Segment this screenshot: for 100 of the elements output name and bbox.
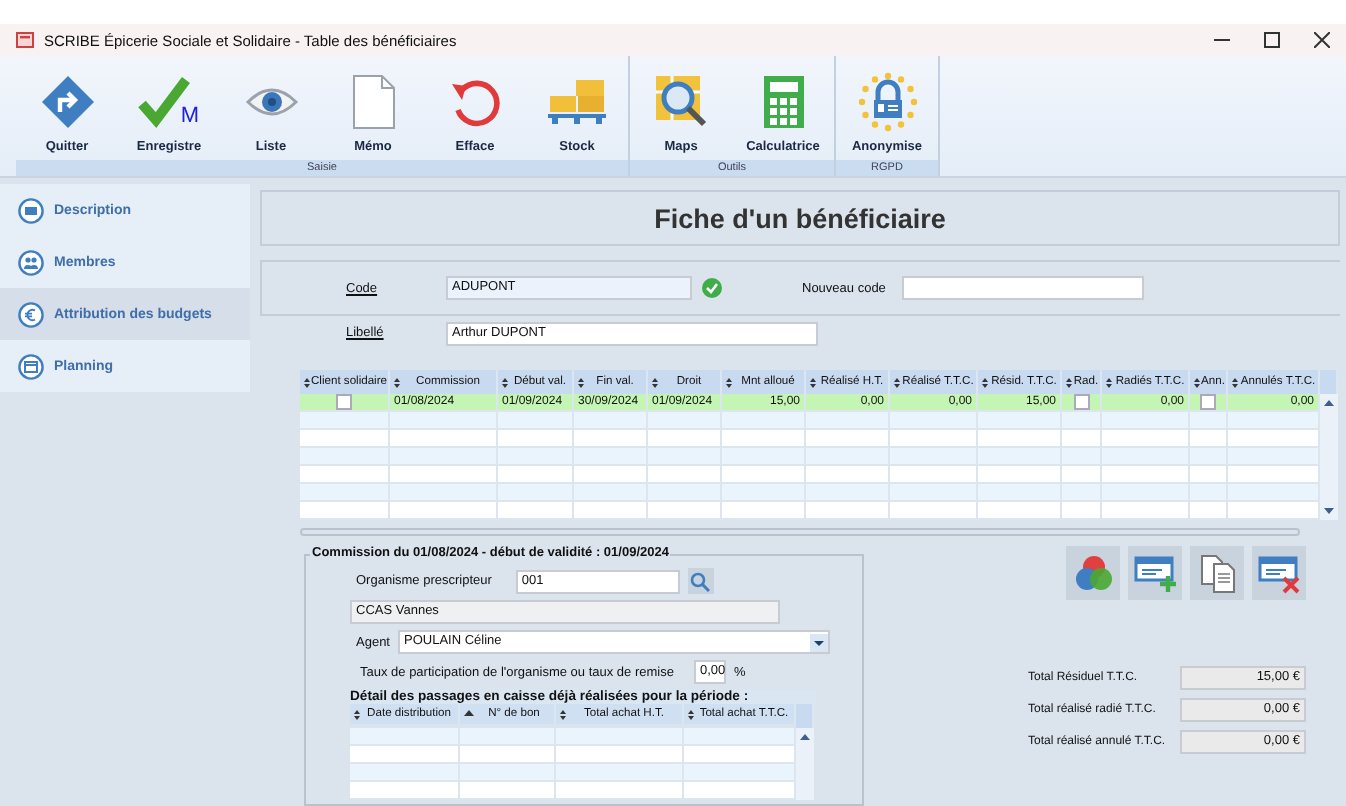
table-cell xyxy=(1102,466,1190,484)
sort-icon xyxy=(394,377,400,387)
table-cell xyxy=(498,466,574,484)
sort-icon xyxy=(354,709,360,719)
table-cell xyxy=(460,728,556,746)
table-cell xyxy=(1062,484,1102,502)
sort-icon xyxy=(502,377,508,387)
table-cell xyxy=(390,484,498,502)
eye-icon xyxy=(243,84,299,120)
table-cell xyxy=(806,466,890,484)
table-cell xyxy=(498,502,574,520)
table-cell xyxy=(1190,466,1228,484)
table-cell xyxy=(574,412,648,430)
copy-button[interactable] xyxy=(1190,546,1244,600)
colors-button[interactable] xyxy=(1066,546,1120,600)
table-cell xyxy=(890,502,978,520)
header-filler xyxy=(1320,370,1338,394)
scroll-down-icon[interactable] xyxy=(1324,508,1334,514)
app-icon xyxy=(16,32,34,48)
new-code-field[interactable] xyxy=(902,276,1144,300)
table-cell xyxy=(574,466,648,484)
table-cell xyxy=(890,466,978,484)
table-cell xyxy=(574,448,648,466)
table-cell xyxy=(890,412,978,430)
sort-icon xyxy=(1232,377,1238,387)
table-cell xyxy=(574,484,648,502)
table-cell xyxy=(350,746,460,764)
close-icon[interactable] xyxy=(1314,32,1330,48)
calculator-icon xyxy=(761,74,805,130)
document-icon xyxy=(351,74,395,130)
table-cell xyxy=(1228,448,1320,466)
sort-icon xyxy=(1066,377,1072,387)
table-cell xyxy=(460,782,556,800)
boxes-icon xyxy=(547,78,607,126)
table-cell xyxy=(1062,448,1102,466)
sort-icon xyxy=(982,377,988,387)
people-icon xyxy=(18,249,44,275)
table-cell xyxy=(460,764,556,782)
table-cell xyxy=(978,502,1062,520)
table-cell xyxy=(350,764,460,782)
checkbox[interactable] xyxy=(1073,394,1089,410)
sort-icon xyxy=(304,377,310,387)
table-cell xyxy=(300,466,390,484)
calendar-icon xyxy=(18,353,44,379)
table-cell xyxy=(806,430,890,448)
scrollbar[interactable] xyxy=(796,728,814,800)
table-cell xyxy=(1062,466,1102,484)
table-cell xyxy=(684,728,796,746)
scroll-up-icon[interactable] xyxy=(800,734,810,740)
table-cell xyxy=(350,782,460,800)
table-cell xyxy=(978,412,1062,430)
euro-icon xyxy=(18,301,44,327)
table-cell xyxy=(978,430,1062,448)
table-cell xyxy=(498,484,574,502)
delete-button[interactable] xyxy=(1252,546,1306,600)
table-cell xyxy=(806,502,890,520)
sort-up-icon xyxy=(464,710,474,718)
add-button[interactable] xyxy=(1128,546,1182,600)
search-button[interactable] xyxy=(687,568,714,594)
table-cell xyxy=(1190,448,1228,466)
maximize-icon[interactable] xyxy=(1264,32,1280,48)
table-cell xyxy=(574,502,648,520)
table-cell xyxy=(722,412,806,430)
table-cell xyxy=(806,448,890,466)
sort-icon xyxy=(1194,377,1200,387)
sort-icon xyxy=(894,377,900,387)
arrow-sign-icon xyxy=(39,74,95,130)
table-cell xyxy=(806,412,890,430)
card-delete-icon xyxy=(1257,553,1301,593)
table-cell xyxy=(1062,502,1102,520)
check-circle-icon xyxy=(702,278,722,298)
table-cell xyxy=(1062,430,1102,448)
table-cell xyxy=(722,502,806,520)
checkbox[interactable] xyxy=(1200,394,1216,410)
table-cell xyxy=(556,764,684,782)
table-cell xyxy=(648,466,722,484)
table-cell xyxy=(722,466,806,484)
folder-icon xyxy=(18,197,44,223)
table-cell xyxy=(648,502,722,520)
table-cell xyxy=(390,502,498,520)
copy-icon xyxy=(1199,553,1235,593)
table-cell xyxy=(350,728,460,746)
lock-stars-icon xyxy=(857,72,917,132)
table-cell xyxy=(978,448,1062,466)
scrollbar[interactable] xyxy=(1320,394,1338,520)
sort-icon xyxy=(810,377,816,387)
table-cell xyxy=(1228,484,1320,502)
table-cell xyxy=(722,484,806,502)
table-cell xyxy=(1102,412,1190,430)
table-cell xyxy=(722,448,806,466)
table-cell xyxy=(684,782,796,800)
table-cell xyxy=(1228,466,1320,484)
table-cell xyxy=(390,448,498,466)
table-cell xyxy=(1102,448,1190,466)
table-cell xyxy=(1228,412,1320,430)
table-cell xyxy=(1102,484,1190,502)
scroll-up-icon[interactable] xyxy=(1324,400,1334,406)
form-title: Fiche d'un bénéficiaire xyxy=(654,203,946,233)
sort-icon xyxy=(578,377,584,387)
checkbox[interactable] xyxy=(336,394,352,410)
